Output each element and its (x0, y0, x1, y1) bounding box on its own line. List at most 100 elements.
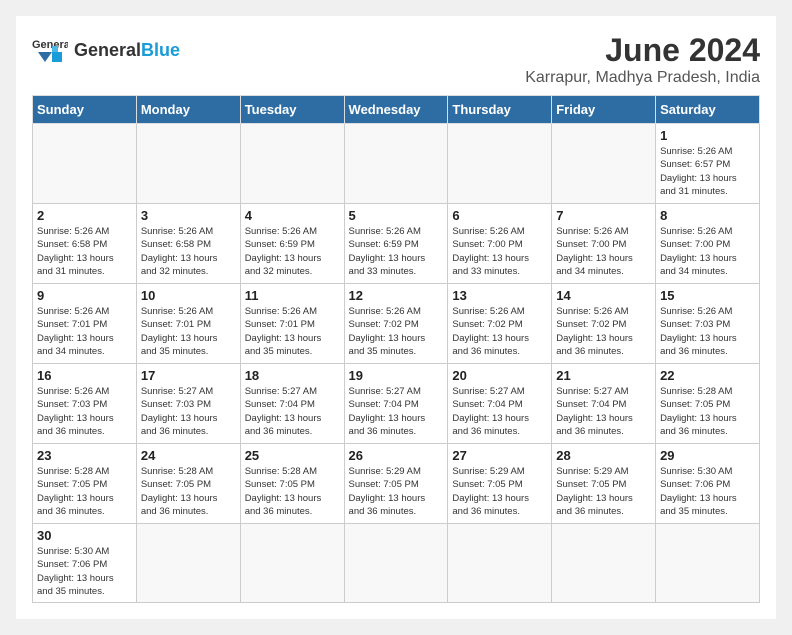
calendar-cell (552, 124, 656, 204)
day-info: Sunrise: 5:26 AMSunset: 7:03 PMDaylight:… (660, 305, 755, 358)
day-number: 4 (245, 208, 340, 223)
calendar-cell: 29 Sunrise: 5:30 AMSunset: 7:06 PMDayligh… (656, 444, 760, 524)
day-number: 20 (452, 368, 547, 383)
day-info: Sunrise: 5:27 AMSunset: 7:03 PMDaylight:… (141, 385, 236, 438)
weekday-header-sunday: Sunday (33, 96, 137, 124)
day-info: Sunrise: 5:26 AMSunset: 7:00 PMDaylight:… (660, 225, 755, 278)
day-info: Sunrise: 5:26 AMSunset: 7:00 PMDaylight:… (556, 225, 651, 278)
day-info: Sunrise: 5:28 AMSunset: 7:05 PMDaylight:… (141, 465, 236, 518)
day-number: 12 (349, 288, 444, 303)
calendar-cell (344, 524, 448, 603)
calendar-cell: 16Sunrise: 5:26 AMSunset: 7:03 PMDayligh… (33, 364, 137, 444)
subtitle: Karrapur, Madhya Pradesh, India (525, 69, 760, 87)
day-number: 13 (452, 288, 547, 303)
calendar-cell: 23 Sunrise: 5:28 AMSunset: 7:05 PMDayligh… (33, 444, 137, 524)
day-info: Sunrise: 5:26 AMSunset: 7:00 PMDaylight:… (452, 225, 547, 278)
logo-text: GeneralBlue (74, 40, 180, 61)
day-number: 1 (660, 128, 755, 143)
day-number: 27 (452, 448, 547, 463)
day-info: Sunrise: 5:26 AMSunset: 7:01 PMDaylight:… (37, 305, 132, 358)
calendar-body: 1 Sunrise: 5:26 AMSunset: 6:57 PMDaylight… (33, 124, 760, 603)
day-number: 17 (141, 368, 236, 383)
weekday-header-tuesday: Tuesday (240, 96, 344, 124)
day-number: 15 (660, 288, 755, 303)
calendar-cell: 18Sunrise: 5:27 AMSunset: 7:04 PMDayligh… (240, 364, 344, 444)
general-blue-logo-icon: General (32, 32, 68, 68)
day-info: Sunrise: 5:28 AMSunset: 7:05 PMDaylight:… (660, 385, 755, 438)
calendar-cell (240, 124, 344, 204)
svg-text:General: General (32, 39, 68, 51)
logo: General GeneralBlue (32, 32, 180, 68)
day-info: Sunrise: 5:29 AMSunset: 7:05 PMDaylight:… (556, 465, 651, 518)
day-info: Sunrise: 5:28 AMSunset: 7:05 PMDaylight:… (245, 465, 340, 518)
calendar-cell: 20 Sunrise: 5:27 AMSunset: 7:04 PMDayligh… (448, 364, 552, 444)
day-info: Sunrise: 5:26 AMSunset: 7:01 PMDaylight:… (245, 305, 340, 358)
day-number: 8 (660, 208, 755, 223)
calendar-cell (136, 124, 240, 204)
day-number: 6 (452, 208, 547, 223)
day-info: Sunrise: 5:26 AMSunset: 6:58 PMDaylight:… (141, 225, 236, 278)
day-number: 19 (349, 368, 444, 383)
calendar-week-3: 9 Sunrise: 5:26 AMSunset: 7:01 PMDaylight… (33, 284, 760, 364)
calendar-page: General GeneralBlue June 2024 Karrapur, … (16, 16, 776, 619)
day-number: 7 (556, 208, 651, 223)
calendar-cell: 30Sunrise: 5:30 AMSunset: 7:06 PMDayligh… (33, 524, 137, 603)
calendar-cell (240, 524, 344, 603)
day-info: Sunrise: 5:26 AMSunset: 6:59 PMDaylight:… (349, 225, 444, 278)
day-info: Sunrise: 5:26 AMSunset: 6:58 PMDaylight:… (37, 225, 132, 278)
day-number: 5 (349, 208, 444, 223)
day-number: 22 (660, 368, 755, 383)
day-info: Sunrise: 5:29 AMSunset: 7:05 PMDaylight:… (349, 465, 444, 518)
day-number: 10 (141, 288, 236, 303)
calendar-cell: 24 Sunrise: 5:28 AMSunset: 7:05 PMDayligh… (136, 444, 240, 524)
day-number: 29 (660, 448, 755, 463)
weekday-header-friday: Friday (552, 96, 656, 124)
calendar-week-6: 30Sunrise: 5:30 AMSunset: 7:06 PMDayligh… (33, 524, 760, 603)
day-info: Sunrise: 5:30 AMSunset: 7:06 PMDaylight:… (37, 545, 132, 598)
calendar-cell: 12 Sunrise: 5:26 AMSunset: 7:02 PMDayligh… (344, 284, 448, 364)
calendar-cell: 14Sunrise: 5:26 AMSunset: 7:02 PMDayligh… (552, 284, 656, 364)
day-info: Sunrise: 5:26 AMSunset: 6:59 PMDaylight:… (245, 225, 340, 278)
title-block: June 2024 Karrapur, Madhya Pradesh, Indi… (525, 32, 760, 87)
calendar-cell: 8 Sunrise: 5:26 AMSunset: 7:00 PMDaylight… (656, 204, 760, 284)
day-number: 25 (245, 448, 340, 463)
calendar-cell: 17 Sunrise: 5:27 AMSunset: 7:03 PMDayligh… (136, 364, 240, 444)
calendar-cell (552, 524, 656, 603)
calendar-cell: 25 Sunrise: 5:28 AMSunset: 7:05 PMDayligh… (240, 444, 344, 524)
calendar-cell: 1 Sunrise: 5:26 AMSunset: 6:57 PMDaylight… (656, 124, 760, 204)
calendar-cell: 21 Sunrise: 5:27 AMSunset: 7:04 PMDayligh… (552, 364, 656, 444)
day-info: Sunrise: 5:26 AMSunset: 6:57 PMDaylight:… (660, 145, 755, 198)
calendar-cell (448, 524, 552, 603)
day-number: 21 (556, 368, 651, 383)
day-info: Sunrise: 5:26 AMSunset: 7:02 PMDaylight:… (556, 305, 651, 358)
day-info: Sunrise: 5:26 AMSunset: 7:02 PMDaylight:… (349, 305, 444, 358)
day-number: 18 (245, 368, 340, 383)
weekday-header-saturday: Saturday (656, 96, 760, 124)
calendar-week-1: 1 Sunrise: 5:26 AMSunset: 6:57 PMDaylight… (33, 124, 760, 204)
calendar-cell: 2 Sunrise: 5:26 AMSunset: 6:58 PMDaylight… (33, 204, 137, 284)
main-title: June 2024 (525, 32, 760, 69)
calendar-cell: 26Sunrise: 5:29 AMSunset: 7:05 PMDayligh… (344, 444, 448, 524)
day-number: 9 (37, 288, 132, 303)
day-number: 3 (141, 208, 236, 223)
calendar-cell: 19Sunrise: 5:27 AMSunset: 7:04 PMDayligh… (344, 364, 448, 444)
day-number: 2 (37, 208, 132, 223)
day-info: Sunrise: 5:27 AMSunset: 7:04 PMDaylight:… (556, 385, 651, 438)
day-number: 23 (37, 448, 132, 463)
calendar-week-2: 2 Sunrise: 5:26 AMSunset: 6:58 PMDaylight… (33, 204, 760, 284)
day-info: Sunrise: 5:30 AMSunset: 7:06 PMDaylight:… (660, 465, 755, 518)
calendar-cell: 7 Sunrise: 5:26 AMSunset: 7:00 PMDaylight… (552, 204, 656, 284)
logo-text-bold: Blue (141, 40, 180, 60)
day-info: Sunrise: 5:29 AMSunset: 7:05 PMDaylight:… (452, 465, 547, 518)
day-info: Sunrise: 5:27 AMSunset: 7:04 PMDaylight:… (452, 385, 547, 438)
calendar-table: SundayMondayTuesdayWednesdayThursdayFrid… (32, 95, 760, 603)
calendar-cell: 5 Sunrise: 5:26 AMSunset: 6:59 PMDaylight… (344, 204, 448, 284)
calendar-week-4: 16Sunrise: 5:26 AMSunset: 7:03 PMDayligh… (33, 364, 760, 444)
weekday-header-thursday: Thursday (448, 96, 552, 124)
weekday-header-wednesday: Wednesday (344, 96, 448, 124)
calendar-cell: 4 Sunrise: 5:26 AMSunset: 6:59 PMDaylight… (240, 204, 344, 284)
day-number: 24 (141, 448, 236, 463)
calendar-cell: 3 Sunrise: 5:26 AMSunset: 6:58 PMDaylight… (136, 204, 240, 284)
day-info: Sunrise: 5:26 AMSunset: 7:01 PMDaylight:… (141, 305, 236, 358)
day-info: Sunrise: 5:28 AMSunset: 7:05 PMDaylight:… (37, 465, 132, 518)
